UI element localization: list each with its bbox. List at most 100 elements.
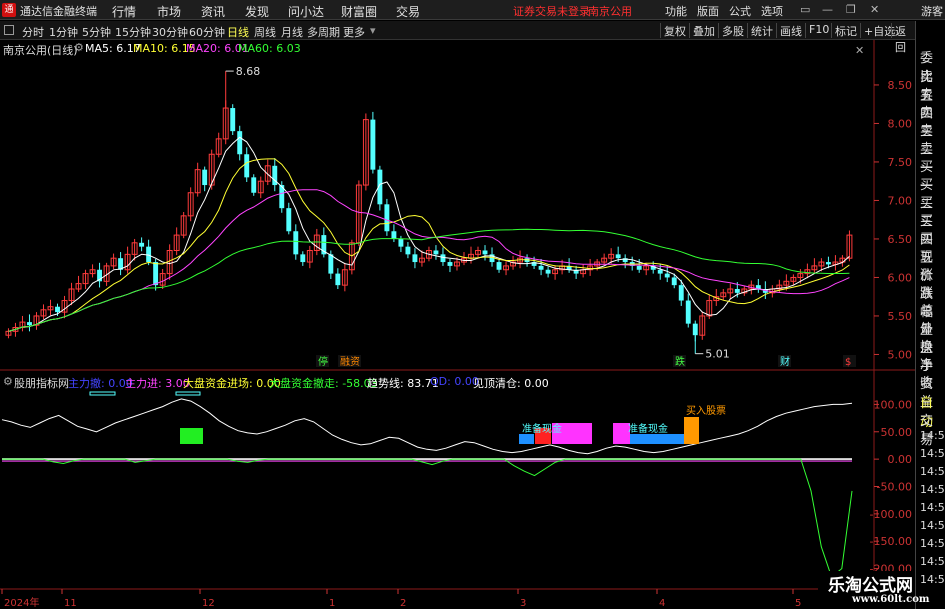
watermark-url: www.60lt.com: [852, 594, 930, 605]
app-title: 通达信金融终端: [20, 5, 97, 18]
candle-body: [664, 273, 670, 278]
period-30min[interactable]: 30分钟: [152, 24, 188, 40]
menu-options[interactable]: 选项: [761, 3, 783, 19]
legend-main-in: 主力进: 3.00: [125, 377, 190, 390]
tick-time: 14:56: [920, 573, 945, 586]
window-minimize-icon[interactable]: —: [822, 3, 833, 16]
y-tick-label: 7.00: [888, 194, 913, 207]
candle-body: [734, 289, 740, 293]
f10-button[interactable]: F10: [805, 23, 832, 38]
tick-time: 14:56: [920, 519, 945, 532]
window-close-icon[interactable]: ✕: [870, 3, 879, 16]
period-more[interactable]: 更多: [343, 24, 365, 40]
period-weekly[interactable]: 周线: [254, 24, 276, 40]
candle-body: [202, 169, 208, 186]
watermark-title: 乐淘公式网: [828, 576, 913, 596]
candle-body: [153, 262, 159, 286]
menu-market[interactable]: 市场: [157, 3, 181, 20]
draw-line-button[interactable]: 画线: [776, 23, 805, 38]
candle-body: [447, 262, 453, 266]
candle-body: [27, 322, 32, 326]
candle-body: [293, 231, 299, 255]
candle-body: [384, 204, 390, 232]
menu-function[interactable]: 功能: [665, 3, 687, 19]
chart-canvas[interactable]: 8.50 8.00 7.50 7.00 6.50 6.00 5.50 5.00 8.68 5.01…: [0, 40, 915, 609]
tick-time: 14:56: [920, 465, 945, 478]
period-1min[interactable]: 1分钟: [49, 24, 78, 40]
restore-rights-button[interactable]: 复权: [660, 23, 689, 38]
overlay-button[interactable]: 叠加: [689, 23, 718, 38]
candle-body: [412, 254, 418, 263]
period-multi[interactable]: 多周期: [307, 24, 340, 40]
statistics-button[interactable]: 统计: [747, 23, 776, 38]
y-tick-label: 5.00: [888, 348, 913, 361]
x-tick-label: 12: [202, 598, 215, 609]
candle-body: [685, 300, 691, 324]
broker-name: 南京公用: [588, 5, 632, 18]
indicator-title: 股朋指标网: [14, 377, 69, 390]
legend-market-out: 大盘资金撤走: -58.03: [269, 377, 378, 390]
quote-side-panel: 委比 卖五 卖四 卖三 卖二 卖一 买一 买二 买三 买四 买五 现价 涨跌 涨…: [915, 21, 945, 609]
candle-body: [398, 238, 404, 247]
candle-body: [496, 262, 502, 270]
ind-y-tick-label: -100.00: [870, 508, 912, 521]
candle-body: [237, 131, 243, 155]
candle-body: [146, 246, 152, 263]
event-marker: 融资: [340, 356, 360, 368]
candle-body: [545, 269, 551, 274]
menu-quotes[interactable]: 行情: [112, 3, 136, 20]
x-tick-label: 11: [64, 598, 77, 609]
y-tick-label: 8.00: [888, 117, 913, 130]
menu-discover[interactable]: 发现: [245, 3, 269, 20]
legend-market-in: 大盘资金进场: 0.00: [183, 377, 281, 390]
menu-ask[interactable]: 问小达: [288, 3, 324, 20]
period-daily[interactable]: 日线: [227, 24, 249, 40]
menu-layout[interactable]: 版面: [697, 3, 719, 19]
candle-body: [692, 323, 698, 336]
candle-body: [55, 306, 60, 313]
candle-body: [391, 231, 397, 239]
signal-label: 准备现金: [522, 422, 562, 435]
low-label: 5.01: [705, 348, 730, 361]
event-marker: $: [845, 357, 851, 368]
app-logo-icon: 通: [2, 3, 16, 17]
back-button[interactable]: 返回: [891, 23, 915, 54]
funds-out-line: [2, 458, 853, 578]
signal-block: [630, 434, 684, 444]
window-menu-icon[interactable]: ▭: [800, 3, 810, 16]
login-status[interactable]: 证券交易未登录: [513, 3, 590, 19]
watermark: 乐淘公式网 www.60lt.com: [818, 571, 929, 609]
chevron-down-icon[interactable]: ▾: [370, 24, 376, 37]
menu-news[interactable]: 资讯: [201, 3, 225, 20]
x-tick-label: 4: [659, 598, 665, 609]
x-tick-label: 3: [520, 598, 526, 609]
ind-y-tick-label: -50.00: [877, 481, 912, 494]
ind-y-tick-label: -150.00: [870, 535, 912, 548]
candle-body: [244, 154, 250, 178]
tick-time: 14:56: [920, 429, 945, 442]
candle-body: [328, 254, 334, 274]
menu-trade[interactable]: 交易: [396, 3, 420, 20]
candle-body: [825, 262, 831, 265]
mark-button[interactable]: 标记: [831, 23, 860, 38]
multi-stock-button[interactable]: 多股: [718, 23, 747, 38]
window-restore-icon[interactable]: ❐: [846, 3, 856, 16]
period-60min[interactable]: 60分钟: [189, 24, 225, 40]
period-15min[interactable]: 15分钟: [115, 24, 151, 40]
period-5min[interactable]: 5分钟: [82, 24, 111, 40]
tick-time: 14:56: [920, 501, 945, 514]
close-panel-icon[interactable]: ✕: [855, 44, 864, 57]
y-tick-label: 6.50: [888, 233, 913, 246]
candle-body: [230, 108, 236, 132]
toolbar-toggle-icon[interactable]: [4, 25, 14, 35]
menu-wealth[interactable]: 财富圈: [341, 3, 377, 20]
candle-body: [405, 246, 411, 255]
menu-formula[interactable]: 公式: [729, 3, 751, 19]
guest-label[interactable]: 游客: [921, 3, 943, 19]
legend-ma60: MA60: 6.03: [238, 42, 301, 55]
settings-gear-icon[interactable]: ⚙: [74, 41, 84, 54]
indicator-expand-icon[interactable]: ⚙: [3, 375, 13, 388]
menu-bar: 通 通达信金融终端 行情 市场 资讯 发现 问小达 财富圈 交易 证券交易未登录…: [0, 0, 945, 20]
period-intraday[interactable]: 分时: [22, 24, 44, 40]
period-monthly[interactable]: 月线: [281, 24, 303, 40]
